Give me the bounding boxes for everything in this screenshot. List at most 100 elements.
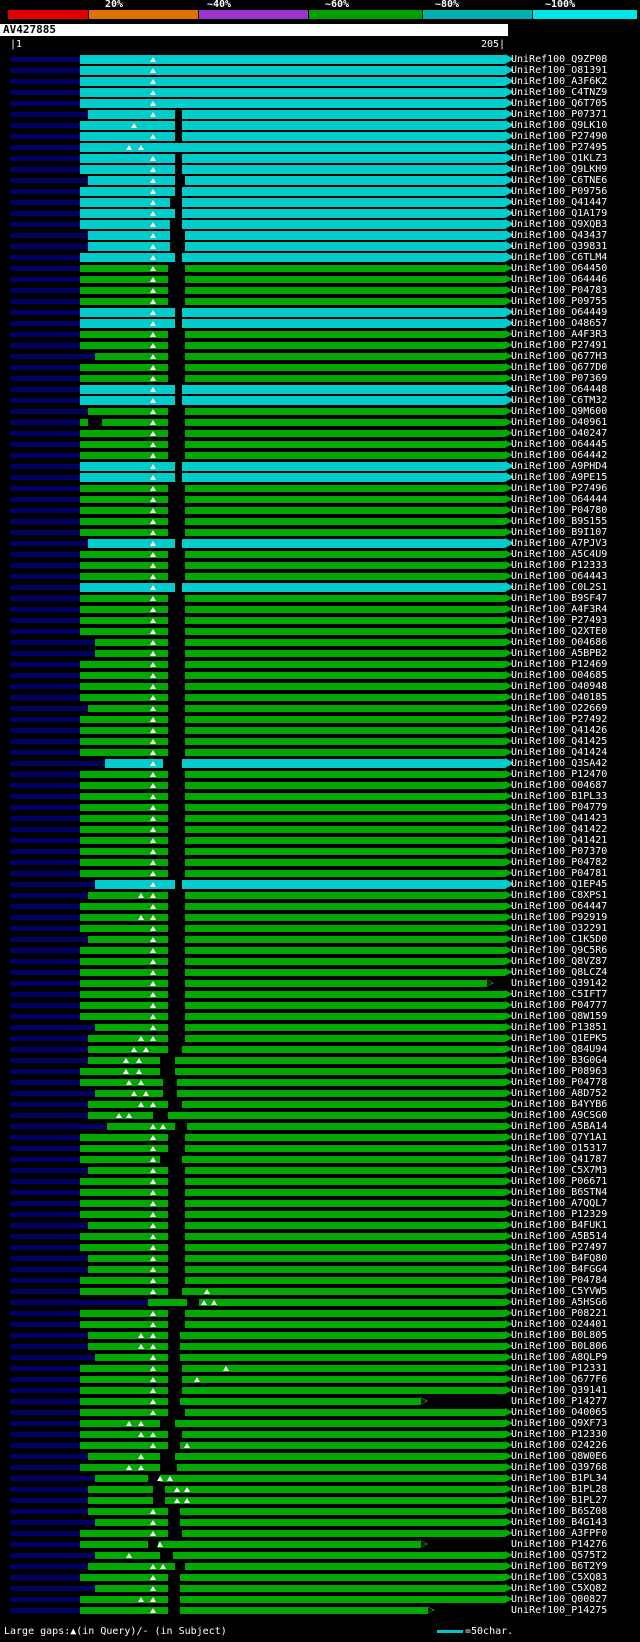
alignment-bar[interactable] [80, 1233, 505, 1240]
alignment-bar[interactable] [80, 925, 505, 932]
alignment-bar[interactable] [80, 848, 505, 855]
alignment-bar[interactable] [80, 980, 486, 987]
alignment-bar[interactable] [80, 375, 505, 382]
hit-label[interactable]: UniRef100_Q3SA42 [511, 758, 607, 769]
hit-label[interactable]: UniRef100_Q41421 [511, 835, 607, 846]
hit-label[interactable]: UniRef100_B6T2Y9 [511, 1561, 607, 1572]
alignment-bar[interactable] [80, 1596, 505, 1603]
hit-label[interactable]: UniRef100_Q9XF73 [511, 1418, 607, 1429]
hit-label[interactable]: UniRef100_Q677H3 [511, 351, 607, 362]
alignment-bar[interactable] [80, 496, 505, 503]
hit-label[interactable]: UniRef100_B4FQ80 [511, 1253, 607, 1264]
hit-label[interactable]: UniRef100_P04782 [511, 857, 607, 868]
hit-label[interactable]: UniRef100_Q6T705 [511, 98, 607, 109]
alignment-bar[interactable] [80, 198, 505, 207]
hit-label[interactable]: UniRef100_C6TM32 [511, 395, 607, 406]
alignment-bar[interactable] [107, 1123, 505, 1130]
alignment-bar[interactable] [80, 452, 505, 459]
hit-label[interactable]: UniRef100_O40185 [511, 692, 607, 703]
alignment-bar[interactable] [80, 1310, 505, 1317]
hit-label[interactable]: UniRef100_P13851 [511, 1022, 607, 1033]
hit-label[interactable]: UniRef100_O64450 [511, 263, 607, 274]
hit-label[interactable]: UniRef100_P14276 [511, 1539, 607, 1550]
alignment-bar[interactable] [80, 1244, 505, 1251]
alignment-bar[interactable] [80, 319, 505, 328]
hit-label[interactable]: UniRef100_Q9LKH9 [511, 164, 607, 175]
hit-label[interactable]: UniRef100_Q8LCZ4 [511, 967, 607, 978]
hit-label[interactable]: UniRef100_B3G0G4 [511, 1055, 607, 1066]
alignment-bar[interactable] [80, 485, 505, 492]
alignment-bar[interactable] [94, 1024, 505, 1031]
alignment-bar[interactable] [80, 1178, 505, 1185]
alignment-bar[interactable] [80, 1068, 505, 1075]
alignment-bar[interactable] [80, 385, 505, 394]
hit-label[interactable]: UniRef100_O64447 [511, 901, 607, 912]
hit-label[interactable]: UniRef100_Q2XTE0 [511, 626, 607, 637]
alignment-bar[interactable] [80, 154, 505, 163]
alignment-bar[interactable] [94, 880, 505, 889]
hit-label[interactable]: UniRef100_P12333 [511, 560, 607, 571]
hit-label[interactable]: UniRef100_Q43437 [511, 230, 607, 241]
hit-label[interactable]: UniRef100_Q7Y1A1 [511, 1132, 607, 1143]
alignment-bar[interactable] [94, 1519, 505, 1526]
hit-label[interactable]: UniRef100_P07371 [511, 109, 607, 120]
alignment-bar[interactable] [80, 749, 505, 756]
hit-label[interactable]: UniRef100_P09756 [511, 186, 607, 197]
hit-label[interactable]: UniRef100_Q9M600 [511, 406, 607, 417]
alignment-bar[interactable] [94, 1090, 505, 1097]
alignment-bar[interactable] [80, 991, 505, 998]
hit-label[interactable]: UniRef100_A5BA14 [511, 1121, 607, 1132]
hit-label[interactable]: UniRef100_O40065 [511, 1407, 607, 1418]
hit-label[interactable]: UniRef100_B6SZ08 [511, 1506, 607, 1517]
alignment-bar[interactable] [87, 1453, 505, 1460]
alignment-bar[interactable] [80, 209, 505, 218]
hit-label[interactable]: UniRef100_C5XQ82 [511, 1583, 607, 1594]
hit-label[interactable]: UniRef100_A5C4U9 [511, 549, 607, 560]
hit-label[interactable]: UniRef100_B6STN4 [511, 1187, 607, 1198]
alignment-bar[interactable] [80, 617, 505, 624]
hit-label[interactable]: UniRef100_O64445 [511, 439, 607, 450]
alignment-bar[interactable] [80, 88, 505, 97]
alignment-bar[interactable] [80, 276, 505, 283]
hit-label[interactable]: UniRef100_C6TLM4 [511, 252, 607, 263]
alignment-bar[interactable] [94, 639, 505, 646]
hit-label[interactable]: UniRef100_Q9C5R6 [511, 945, 607, 956]
hit-label[interactable]: UniRef100_Q39768 [511, 1462, 607, 1473]
alignment-bar[interactable] [80, 727, 505, 734]
hit-label[interactable]: UniRef100_Q41425 [511, 736, 607, 747]
alignment-bar[interactable] [87, 1486, 505, 1493]
alignment-bar[interactable] [80, 793, 505, 800]
hit-label[interactable]: UniRef100_Q677F6 [511, 1374, 607, 1385]
hit-label[interactable]: UniRef100_A5B514 [511, 1231, 607, 1242]
hit-label[interactable]: UniRef100_Q41424 [511, 747, 607, 758]
alignment-bar[interactable] [80, 1607, 428, 1614]
alignment-bar[interactable] [80, 1288, 505, 1295]
hit-label[interactable]: UniRef100_C5X7M3 [511, 1165, 607, 1176]
alignment-bar[interactable] [80, 606, 505, 613]
hit-label[interactable]: UniRef100_A9PHD4 [511, 461, 607, 472]
alignment-bar[interactable] [80, 1409, 505, 1416]
hit-label[interactable]: UniRef100_A5BPB2 [511, 648, 607, 659]
alignment-bar[interactable] [80, 430, 505, 437]
hit-label[interactable]: UniRef100_P27495 [511, 142, 607, 153]
alignment-bar[interactable] [80, 1376, 505, 1383]
alignment-bar[interactable] [80, 331, 505, 338]
hit-label[interactable]: UniRef100_B9I107 [511, 527, 607, 538]
hit-label[interactable]: UniRef100_Q1KLZ3 [511, 153, 607, 164]
hit-label[interactable]: UniRef100_P04780 [511, 505, 607, 516]
hit-label[interactable]: UniRef100_A7PJV3 [511, 538, 607, 549]
hit-label[interactable]: UniRef100_P06671 [511, 1176, 607, 1187]
alignment-bar[interactable] [80, 595, 505, 602]
hit-label[interactable]: UniRef100_O64442 [511, 450, 607, 461]
hit-label[interactable]: UniRef100_A5HSG6 [511, 1297, 607, 1308]
alignment-bar[interactable] [80, 903, 505, 910]
alignment-bar[interactable] [80, 253, 505, 262]
hit-label[interactable]: UniRef100_Q575T2 [511, 1550, 607, 1561]
alignment-bar[interactable] [80, 342, 505, 349]
alignment-bar[interactable] [80, 1189, 505, 1196]
alignment-bar[interactable] [80, 1079, 505, 1086]
alignment-bar[interactable] [94, 650, 505, 657]
alignment-bar[interactable] [80, 99, 505, 108]
hit-label[interactable]: UniRef100_B1PL28 [511, 1484, 607, 1495]
alignment-bar[interactable] [80, 738, 505, 745]
